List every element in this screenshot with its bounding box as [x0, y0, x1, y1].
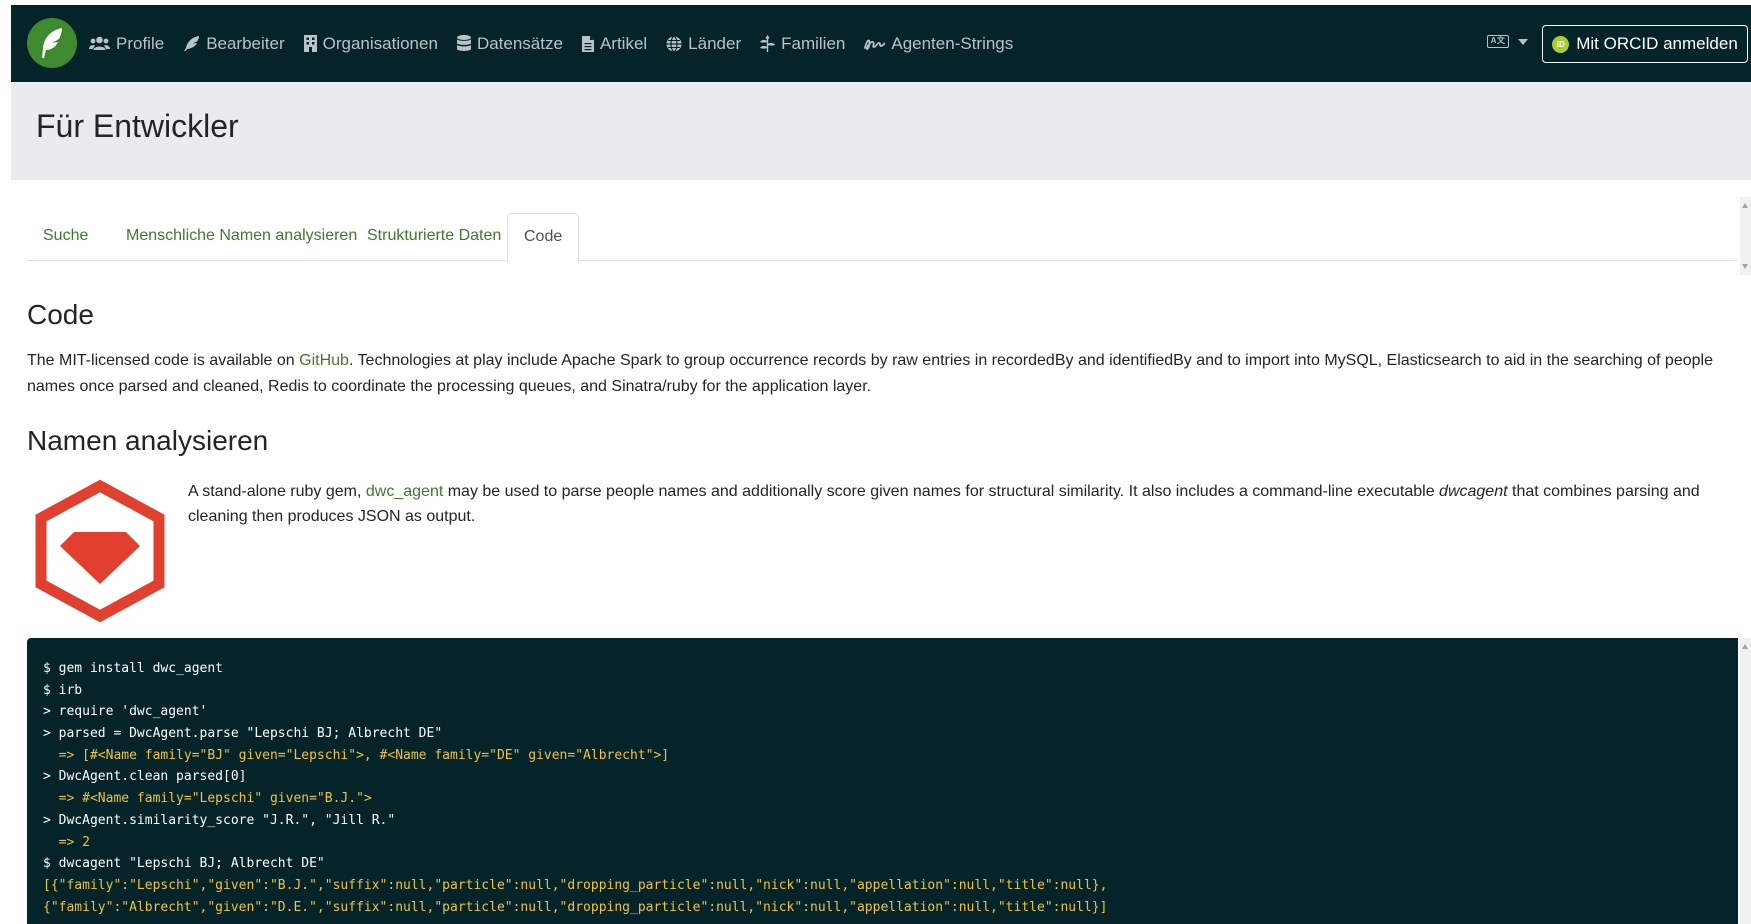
plant-icon [760, 35, 776, 52]
code-output-line: [{"family":"Lepschi","given":"B.J.","suf… [43, 877, 1108, 893]
scroll-down-icon [1742, 264, 1748, 269]
page-title: Für Entwickler [36, 108, 239, 144]
tab-scrollbar[interactable] [1740, 197, 1751, 275]
parse-names-heading: Namen analysieren [27, 425, 269, 456]
code-line: > DwcAgent.similarity_score "J.R.", "Jil… [43, 812, 396, 828]
language-selector[interactable]: A文 [1487, 35, 1528, 48]
code-description: The MIT-licensed code is available on Gi… [27, 348, 1727, 400]
tab-strukturierte-daten[interactable]: Strukturierte Daten [351, 213, 517, 261]
nav-item-laender[interactable]: Länder [666, 34, 741, 54]
feather-logo-icon [42, 28, 62, 58]
code-output-line: => 2 [43, 834, 90, 850]
nav-label: Familien [781, 33, 846, 53]
users-icon [89, 36, 110, 50]
parse-text-mid: may be used to parse people names and ad… [443, 483, 1440, 500]
navbar: Profile Bearbeiter Organisationen Datens… [11, 5, 1751, 82]
code-line: $ dwcagent "Lepschi BJ; Albrecht DE" [43, 856, 325, 872]
nav-label: Agenten-Strings [891, 33, 1014, 53]
code-output-line: {"family":"Albrecht","given":"D.E.","suf… [43, 899, 1108, 915]
code-scrollbar[interactable] [1740, 638, 1751, 924]
language-icon: A文 [1487, 35, 1509, 48]
nav-item-bearbeiter[interactable]: Bearbeiter [183, 33, 285, 54]
nav-label: Datensätze [476, 33, 563, 53]
code-text-before: The MIT-licensed code is available on [27, 352, 300, 369]
caret-down-icon [1518, 38, 1528, 45]
code-heading: Code [27, 299, 94, 330]
page: Profile Bearbeiter Organisationen Datens… [11, 5, 1751, 924]
file-icon [581, 35, 594, 52]
orcid-login-button[interactable]: iD Mit ORCID anmelden [1542, 25, 1748, 63]
code-line: > DwcAgent.clean parsed[0] [43, 769, 247, 785]
nav-label: Organisationen [322, 33, 438, 53]
code-line: $ gem install dwc_agent [43, 661, 224, 676]
tab-namen-analysieren[interactable]: Menschliche Namen analysieren [110, 213, 373, 261]
signature-icon [864, 39, 886, 50]
globe-icon [666, 35, 682, 52]
code-line: $ irb [43, 682, 83, 698]
code-output-line: => #<Name family="Lepschi" given="B.J."> [43, 791, 372, 807]
tab-code[interactable]: Code [507, 213, 580, 262]
orcid-login-label: Mit ORCID anmelden [1576, 34, 1738, 53]
code-line: > require 'dwc_agent' [43, 704, 208, 720]
nav-label: Länder [688, 33, 742, 53]
page-header: Für Entwickler [11, 82, 1751, 180]
site-logo[interactable] [27, 18, 77, 68]
tab-suche[interactable]: Suche [27, 213, 104, 261]
nav-label: Bearbeiter [206, 33, 285, 53]
scroll-up-icon [1742, 203, 1748, 208]
dwc-agent-link[interactable]: dwc_agent [366, 483, 443, 500]
code-line: > parsed = DwcAgent.parse "Lepschi BJ; A… [43, 726, 443, 742]
nav-item-profile[interactable]: Profile [89, 34, 164, 54]
building-icon [303, 35, 317, 52]
nav-item-artikel[interactable]: Artikel [581, 33, 648, 54]
nav-label: Profile [116, 33, 165, 53]
database-icon [456, 35, 471, 51]
nav-label: Artikel [599, 33, 648, 53]
parse-names-description: A stand-alone ruby gem, dwc_agent may be… [188, 479, 1748, 529]
ruby-gem-logo [35, 480, 165, 622]
dwcagent-emphasis: dwcagent [1439, 483, 1508, 500]
code-block[interactable]: $ gem install dwc_agent $ irb > require … [27, 638, 1738, 924]
nav-item-agenten-strings[interactable]: Agenten-Strings [864, 34, 1013, 54]
nav-item-datensaetze[interactable]: Datensätze [456, 33, 563, 54]
feather-icon [184, 36, 200, 51]
orcid-icon: iD [1552, 35, 1570, 53]
parse-text-before: A stand-alone ruby gem, [188, 483, 366, 500]
github-link[interactable]: GitHub [299, 352, 349, 369]
code-output-line: => [#<Name family="BJ" given="Lepschi">,… [43, 747, 670, 763]
nav-item-familien[interactable]: Familien [760, 34, 845, 54]
nav-menu: Profile Bearbeiter Organisationen Datens… [89, 5, 1032, 82]
nav-item-organisationen[interactable]: Organisationen [303, 33, 438, 54]
scroll-up-icon [1742, 644, 1748, 649]
tab-bar: Suche Menschliche Namen analysieren Stru… [27, 213, 1737, 262]
